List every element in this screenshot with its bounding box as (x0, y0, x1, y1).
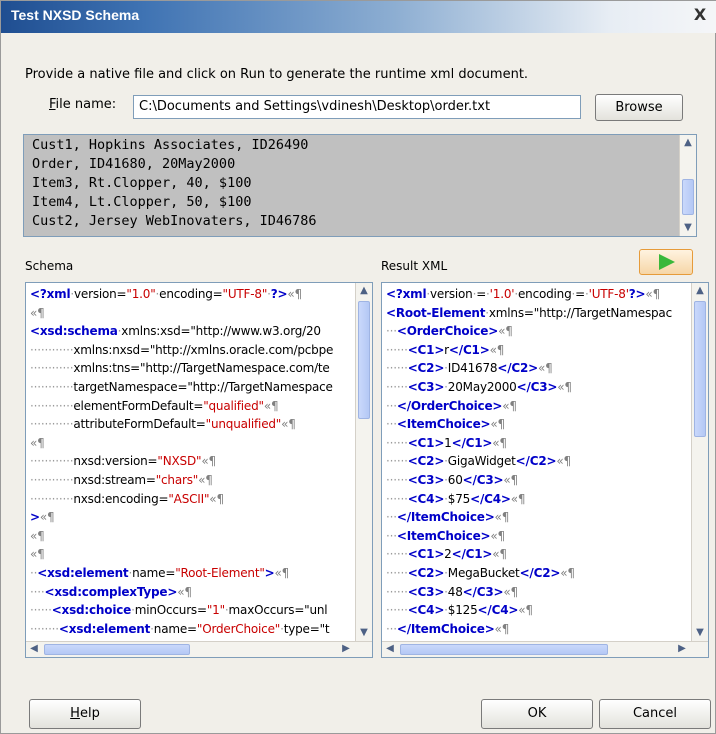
scrollbar-thumb[interactable] (682, 179, 694, 215)
code-line: ···<ItemChoice>«¶ (386, 528, 505, 543)
code-line: <Root-Element·xmlns="http://TargetNamesp… (386, 305, 672, 320)
file-name-label-rest: ile name: (55, 97, 117, 112)
test-nxsd-schema-dialog: Test NXSD Schema X Provide a native file… (0, 0, 716, 734)
preview-line: Cust1, Hopkins Associates, ID26490 (32, 137, 309, 153)
scrollbar-thumb[interactable] (694, 301, 706, 437)
result-vertical-scrollbar[interactable]: ▲ ▼ (691, 283, 708, 641)
code-line: «¶ (30, 305, 45, 320)
ok-label: OK (527, 706, 547, 721)
code-line: ······<C3>·48</C3>«¶ (386, 584, 518, 599)
scroll-left-icon[interactable]: ◀ (382, 642, 398, 657)
help-button[interactable]: Help (29, 699, 141, 729)
code-line: ············nxsd:version="NXSD"«¶ (30, 454, 216, 469)
scroll-right-icon[interactable]: ▶ (674, 642, 690, 657)
scroll-up-icon[interactable]: ▲ (692, 283, 708, 299)
code-line: ······<C1>r</C1>«¶ (386, 342, 505, 357)
schema-vertical-scrollbar[interactable]: ▲ ▼ (355, 283, 372, 641)
preview-line: Cust2, Jersey WebInovaters, ID46786 (32, 213, 317, 229)
ok-button[interactable]: OK (481, 699, 593, 729)
code-line: ············attributeFormDefault="unqual… (30, 417, 296, 432)
code-line: ············nxsd:stream="chars"«¶ (30, 473, 213, 487)
code-line: ········<xsd:element·name="OrderChoice"·… (30, 621, 330, 636)
preview-line: Item3, Rt.Clopper, 40, $100 (32, 175, 252, 191)
help-mnemonic: H (70, 706, 80, 721)
scrollbar-thumb[interactable] (44, 644, 190, 655)
code-line: «¶ (30, 528, 45, 543)
code-line: ···<ItemChoice>«¶ (386, 417, 505, 432)
code-line: ············xmlns:tns="http://TargetName… (30, 361, 330, 376)
code-line: ······<xsd:choice·minOccurs="1"·maxOccur… (30, 603, 328, 618)
help-label-rest: elp (79, 706, 100, 721)
close-icon[interactable]: X (691, 6, 709, 24)
schema-label: Schema (25, 259, 74, 273)
result-xml-label: Result XML (381, 259, 448, 273)
browse-button[interactable]: Browse (595, 94, 683, 121)
cancel-label: Cancel (632, 706, 678, 721)
scroll-down-icon[interactable]: ▼ (356, 625, 372, 641)
scrollbar-thumb[interactable] (358, 301, 370, 419)
code-line: ······<C1>2</C1>«¶ (386, 547, 507, 562)
code-line: ···<OrderChoice>«¶ (386, 324, 513, 339)
code-line: ············nxsd:encoding="ASCII"«¶ (30, 491, 224, 506)
instruction-text: Provide a native file and click on Run t… (25, 67, 529, 82)
code-line: ······<C2>·GigaWidget</C2>«¶ (386, 454, 571, 469)
code-line: «¶ (30, 435, 45, 450)
code-line: ············elementFormDefault="qualifie… (30, 398, 279, 413)
code-line: ············targetNamespace="http://Targ… (30, 380, 333, 394)
code-line: ······<C4>·$75</C4>«¶ (386, 491, 526, 506)
code-line: ······<C3>·60</C3>«¶ (386, 473, 518, 487)
play-icon (659, 254, 675, 270)
browse-label: Browse (615, 100, 663, 115)
code-line: <?xml·version·=·'1.0'·encoding·=·'UTF-8'… (386, 287, 660, 301)
scroll-up-icon[interactable]: ▲ (680, 135, 696, 151)
code-line: ······<C3>·20May2000</C3>«¶ (386, 380, 572, 394)
native-file-preview[interactable]: Cust1, Hopkins Associates, ID26490 Order,… (23, 134, 697, 237)
schema-horizontal-scrollbar[interactable]: ◀ ▶ (26, 641, 372, 657)
code-line: ····<xsd:complexType>«¶ (30, 584, 192, 599)
scroll-right-icon[interactable]: ▶ (338, 642, 354, 657)
code-line: <xsd:schema·xmlns:xsd="http://www.w3.org… (30, 324, 321, 339)
code-line: ··<xsd:element·name="Root-Element">«¶ (30, 566, 290, 580)
run-button[interactable] (639, 249, 693, 275)
code-line: ······<C4>·$125</C4>«¶ (386, 603, 533, 618)
code-line: ······<C2>·ID41678</C2>«¶ (386, 361, 553, 376)
code-line: ············xmlns:nxsd="http://xmlns.ora… (30, 342, 334, 357)
code-line: >«¶ (30, 510, 55, 525)
result-horizontal-scrollbar[interactable]: ◀ ▶ (382, 641, 708, 657)
file-name-label: File name: (49, 97, 116, 112)
result-xml-editor[interactable]: <?xml·version·=·'1.0'·encoding·=·'UTF-8'… (381, 282, 709, 658)
scrollbar-thumb[interactable] (400, 644, 608, 655)
file-name-input[interactable]: C:\Documents and Settings\vdinesh\Deskto… (133, 95, 581, 119)
scroll-left-icon[interactable]: ◀ (26, 642, 42, 657)
preview-line: Order, ID41680, 20May2000 (32, 156, 236, 172)
code-line: ···</ItemChoice>«¶ (386, 621, 510, 636)
preview-line: Item4, Lt.Clopper, 50, $100 (32, 194, 252, 210)
code-line: ······<C1>1</C1>«¶ (386, 435, 507, 450)
code-line: <?xml·version="1.0"·encoding="UTF-8"·?>«… (30, 287, 302, 301)
scroll-down-icon[interactable]: ▼ (680, 220, 696, 236)
code-line: «¶ (30, 547, 45, 562)
scroll-down-icon[interactable]: ▼ (692, 625, 708, 641)
preview-vertical-scrollbar[interactable]: ▲ ▼ (679, 135, 696, 236)
code-line: ······<C2>·MegaBucket</C2>«¶ (386, 566, 575, 580)
title-bar: Test NXSD Schema X (1, 1, 716, 33)
schema-editor[interactable]: <?xml·version="1.0"·encoding="UTF-8"·?>«… (25, 282, 373, 658)
code-line: ···</OrderChoice>«¶ (386, 398, 517, 413)
cancel-button[interactable]: Cancel (599, 699, 711, 729)
window-title: Test NXSD Schema (11, 7, 140, 23)
code-line: ···</ItemChoice>«¶ (386, 510, 510, 525)
scroll-up-icon[interactable]: ▲ (356, 283, 372, 299)
